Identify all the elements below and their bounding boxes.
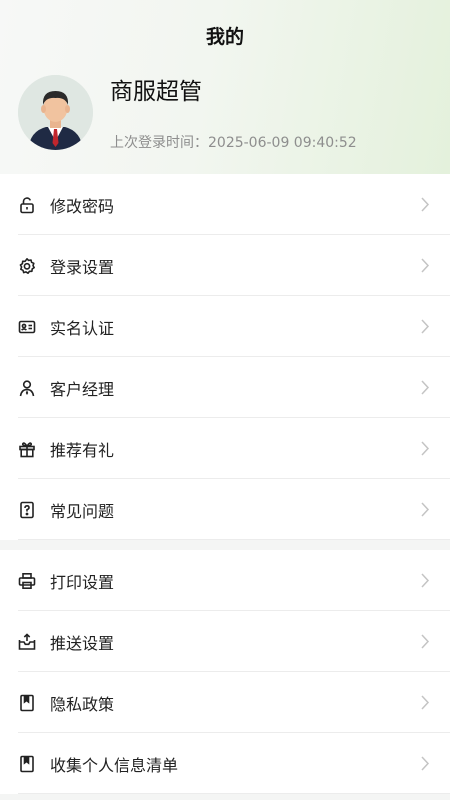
menu-item-push-settings[interactable]: 推送设置 xyxy=(0,611,450,672)
last-login-time: 上次登录时间：2025-06-09 09:40:52 xyxy=(110,135,357,151)
bookmark-doc-icon xyxy=(18,755,36,773)
chevron-right-icon xyxy=(421,634,430,649)
chevron-right-icon xyxy=(421,573,430,588)
menu-group-settings: 打印设置 推送设置 隐私政策 收集个人信息清单 xyxy=(0,550,450,794)
bookmark-doc-icon xyxy=(18,694,36,712)
menu-item-label: 收集个人信息清单 xyxy=(50,755,179,775)
menu-item-account-manager[interactable]: 客户经理 xyxy=(0,357,450,418)
page-title: 我的 xyxy=(205,26,244,48)
user-name: 商服超管 xyxy=(110,79,202,105)
menu-item-label: 推荐有礼 xyxy=(50,440,115,460)
menu-item-label: 修改密码 xyxy=(50,196,115,216)
menu-item-label: 实名认证 xyxy=(50,318,115,338)
chevron-right-icon xyxy=(421,441,430,456)
menu-item-label: 隐私政策 xyxy=(50,694,115,714)
menu-item-referral-gift[interactable]: 推荐有礼 xyxy=(0,418,450,479)
chevron-right-icon xyxy=(421,695,430,710)
unlock-icon xyxy=(18,196,36,214)
avatar[interactable] xyxy=(18,75,93,150)
menu-item-faq[interactable]: 常见问题 xyxy=(0,479,450,540)
menu-item-label: 客户经理 xyxy=(50,379,115,399)
chevron-right-icon xyxy=(421,319,430,334)
menu-item-change-password[interactable]: 修改密码 xyxy=(0,174,450,235)
inbox-push-icon xyxy=(18,632,36,651)
question-doc-icon xyxy=(18,501,36,519)
chevron-right-icon xyxy=(421,197,430,212)
chevron-right-icon xyxy=(421,258,430,273)
menu-item-privacy-policy[interactable]: 隐私政策 xyxy=(0,672,450,733)
chevron-right-icon xyxy=(421,380,430,395)
printer-icon xyxy=(18,572,36,590)
id-card-icon xyxy=(18,318,36,336)
menu-item-label: 常见问题 xyxy=(50,501,115,521)
chevron-right-icon xyxy=(421,502,430,517)
profile-header: 我的 商服超管 上次登录时间：2025-06-09 09:40:52 xyxy=(0,0,450,174)
menu-item-label: 打印设置 xyxy=(50,572,115,592)
menu-item-login-settings[interactable]: 登录设置 xyxy=(0,235,450,296)
menu-item-print-settings[interactable]: 打印设置 xyxy=(0,550,450,611)
gift-icon xyxy=(18,440,36,458)
person-tie-icon xyxy=(18,379,36,397)
menu-item-label: 推送设置 xyxy=(50,633,115,653)
chevron-right-icon xyxy=(421,756,430,771)
menu-item-personal-info-list[interactable]: 收集个人信息清单 xyxy=(0,733,450,794)
avatar-person-icon xyxy=(18,75,93,150)
menu-item-real-name-auth[interactable]: 实名认证 xyxy=(0,296,450,357)
menu-group-account: 修改密码 登录设置 实名认证 客户经理 推荐有礼 常见问题 xyxy=(0,174,450,540)
gear-icon xyxy=(18,257,36,275)
menu-item-label: 登录设置 xyxy=(50,257,115,277)
